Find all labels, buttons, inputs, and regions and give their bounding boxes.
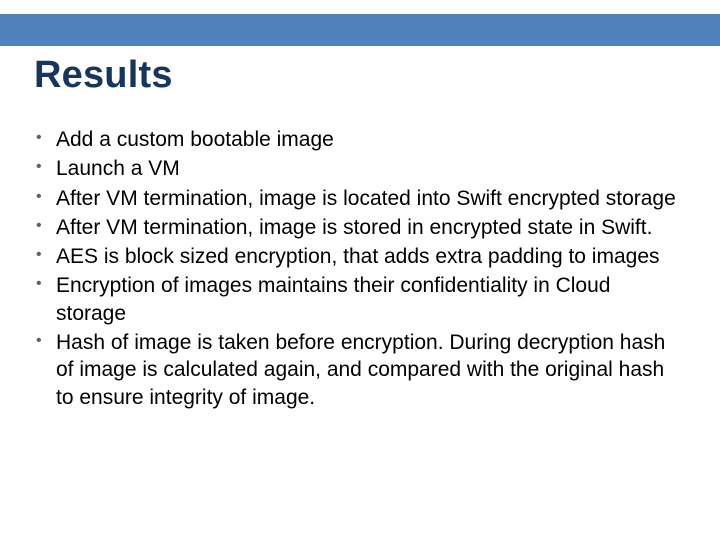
bullet-text: Add a custom bootable image [56,128,334,151]
list-item: Hash of image is taken before encryption… [34,329,684,411]
bullet-list: Add a custom bootable image Launch a VM … [34,126,684,411]
list-item: Launch a VM [34,155,684,182]
bullet-text: Encryption of images maintains their con… [56,274,610,324]
list-item: Add a custom bootable image [34,126,684,153]
bullet-text: Launch a VM [56,157,180,180]
bullet-text: After VM termination, image is stored in… [56,216,652,239]
list-item: After VM termination, image is located i… [34,185,684,212]
list-item: After VM termination, image is stored in… [34,214,684,241]
slide-title: Results [34,54,173,97]
accent-bar [0,14,720,46]
bullet-text: Hash of image is taken before encryption… [56,331,665,409]
bullet-text: AES is block sized encryption, that adds… [56,245,660,268]
slide-body: Add a custom bootable image Launch a VM … [34,126,684,413]
list-item: Encryption of images maintains their con… [34,272,684,327]
list-item: AES is block sized encryption, that adds… [34,243,684,270]
bullet-text: After VM termination, image is located i… [56,187,676,210]
slide: Results Add a custom bootable image Laun… [0,0,720,540]
